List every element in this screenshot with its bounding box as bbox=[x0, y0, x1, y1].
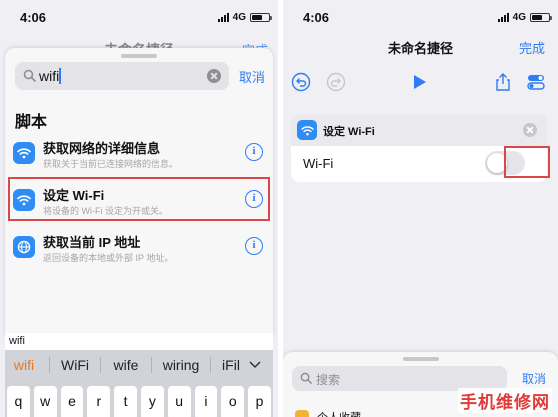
done-button[interactable]: 完成 bbox=[519, 38, 545, 57]
key[interactable]: r bbox=[87, 386, 111, 417]
right-phone-screen: 4:06 4G 未命名捷径 完成 设定 Wi-Fi Wi-Fi 搜索 取消 bbox=[283, 0, 558, 417]
wifi-parameter-label: Wi-Fi bbox=[303, 156, 334, 171]
share-icon[interactable] bbox=[493, 72, 513, 92]
status-bar: 4:06 4G bbox=[0, 0, 278, 34]
settings-toggle-icon[interactable] bbox=[526, 72, 546, 92]
suggestion-item[interactable]: wifi bbox=[5, 357, 43, 373]
suggestion-item[interactable]: wiring bbox=[158, 357, 204, 373]
action-subtitle: 返回设备的本地或外部 IP 地址。 bbox=[43, 253, 174, 263]
highlight-box-set-wifi bbox=[8, 177, 270, 221]
search-placeholder: 搜索 bbox=[316, 373, 341, 387]
key-row: q w e r t y u i o p bbox=[7, 386, 271, 417]
search-icon bbox=[23, 69, 36, 82]
cancel-button[interactable]: 取消 bbox=[522, 370, 546, 387]
signal-icon bbox=[217, 13, 229, 22]
suggestion-divider bbox=[49, 357, 50, 373]
network-type: 4G bbox=[232, 12, 246, 23]
status-bar: 4:06 4G bbox=[283, 0, 558, 34]
action-card-header: 设定 Wi-Fi bbox=[291, 114, 547, 146]
left-phone-screen: 4:06 4G 未命名捷径 完成 取消 脚本 获取网络的详细信息 获取关于当前 bbox=[0, 0, 278, 417]
suggestion-divider bbox=[210, 357, 211, 373]
network-type: 4G bbox=[512, 12, 526, 23]
key[interactable]: t bbox=[114, 386, 137, 417]
suggestion-divider bbox=[151, 357, 152, 373]
info-icon[interactable]: i bbox=[245, 237, 263, 255]
suggestion-divider bbox=[100, 357, 101, 373]
key[interactable]: u bbox=[167, 386, 191, 417]
drawer-grabber[interactable] bbox=[402, 357, 439, 361]
cancel-button[interactable]: 取消 bbox=[239, 67, 265, 86]
action-subtitle: 获取关于当前已连接网络的信息。 bbox=[43, 159, 179, 169]
key[interactable]: o bbox=[221, 386, 245, 417]
editor-toolbar bbox=[283, 68, 558, 96]
wifi-icon bbox=[13, 142, 35, 164]
signal-icon bbox=[497, 13, 509, 22]
redo-icon[interactable] bbox=[326, 72, 346, 92]
search-bar[interactable] bbox=[15, 62, 229, 90]
key[interactable]: q bbox=[7, 386, 30, 417]
favorites-label: 个人收藏 bbox=[317, 409, 361, 417]
suggestion-item[interactable]: iFil bbox=[217, 357, 245, 373]
favorites-item[interactable]: 个人收藏 bbox=[295, 409, 361, 417]
section-title-scripting: 脚本 bbox=[15, 114, 48, 131]
favorites-icon bbox=[295, 410, 309, 417]
keyboard-typed-text: wifi bbox=[5, 333, 273, 350]
battery-icon bbox=[250, 13, 272, 22]
suggestion-item[interactable]: WiFi bbox=[56, 357, 94, 373]
search-input[interactable] bbox=[39, 67, 199, 85]
suggestion-item[interactable]: wife bbox=[107, 357, 145, 373]
key[interactable]: e bbox=[60, 386, 84, 417]
status-time: 4:06 bbox=[20, 10, 47, 25]
globe-icon bbox=[13, 236, 35, 258]
key[interactable]: p bbox=[248, 386, 271, 417]
suggestion-bar: wifi WiFi wife wiring iFil bbox=[5, 352, 273, 378]
action-search-sheet: 取消 脚本 获取网络的详细信息 获取关于当前已连接网络的信息。 i 设定 Wi-… bbox=[5, 48, 273, 338]
highlight-box-toggle bbox=[504, 146, 550, 178]
clear-search-icon[interactable] bbox=[207, 69, 221, 83]
action-title: 获取当前 IP 地址 bbox=[43, 235, 141, 250]
key[interactable]: y bbox=[140, 386, 164, 417]
page-title: 未命名捷径 bbox=[387, 41, 453, 56]
play-icon[interactable] bbox=[409, 72, 429, 92]
watermark-text: 手机维修网 bbox=[458, 388, 552, 413]
search-icon bbox=[300, 372, 312, 384]
action-card-title: 设定 Wi-Fi bbox=[323, 126, 375, 138]
text-caret bbox=[59, 68, 61, 84]
key[interactable]: w bbox=[33, 386, 57, 417]
action-row-get-network-details[interactable]: 获取网络的详细信息 获取关于当前已连接网络的信息。 i bbox=[5, 130, 273, 176]
status-time: 4:06 bbox=[303, 10, 330, 25]
wifi-icon bbox=[297, 120, 317, 140]
key[interactable]: i bbox=[194, 386, 218, 417]
undo-icon[interactable] bbox=[291, 72, 311, 92]
sheet-grabber[interactable] bbox=[121, 54, 157, 58]
action-title: 获取网络的详细信息 bbox=[43, 141, 161, 156]
battery-icon bbox=[530, 13, 552, 22]
remove-action-icon[interactable] bbox=[523, 123, 537, 137]
info-icon[interactable]: i bbox=[245, 143, 263, 161]
keyboard: wifi wifi WiFi wife wiring iFil q w e r … bbox=[5, 333, 273, 417]
chevron-down-icon[interactable] bbox=[249, 361, 261, 369]
action-row-get-ip-address[interactable]: 获取当前 IP 地址 返回设备的本地或外部 IP 地址。 i bbox=[5, 224, 273, 270]
